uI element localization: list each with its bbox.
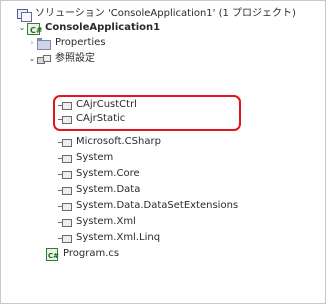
tree-node-project[interactable]: ⌄ C# ConsoleApplication1: [17, 21, 160, 35]
expanded-arrow-icon[interactable]: ⌄: [17, 21, 27, 35]
csharp-project-icon: C#: [27, 22, 43, 35]
reference-icon: [58, 169, 72, 180]
reference-item[interactable]: System.Data.DataSetExtensions: [58, 199, 238, 213]
expanded-arrow-icon[interactable]: ⌄: [27, 52, 37, 66]
solution-label: ソリューション 'ConsoleApplication1' (1 プロジェクト): [35, 8, 296, 19]
reference-label: System.Xml: [76, 216, 136, 227]
reference-item[interactable]: System: [58, 151, 113, 165]
reference-label: System.Data: [76, 184, 141, 195]
highlight-box: [53, 95, 241, 131]
reference-label: System.Core: [76, 168, 140, 179]
tree-node-references[interactable]: ⌄ 参照設定: [27, 52, 95, 66]
reference-icon: [58, 233, 72, 244]
folder-icon: [37, 37, 51, 50]
solution-explorer-tree: ソリューション 'ConsoleApplication1' (1 プロジェクト)…: [0, 0, 326, 304]
tree-node-properties[interactable]: › Properties: [27, 36, 106, 50]
reference-item[interactable]: Microsoft.CSharp: [58, 135, 161, 149]
reference-icon: [58, 185, 72, 196]
references-label: 参照設定: [55, 53, 95, 64]
reference-label: Microsoft.CSharp: [76, 136, 161, 147]
reference-item[interactable]: System.Data: [58, 183, 140, 197]
tree-node-program-file[interactable]: C# Program.cs: [45, 247, 119, 261]
reference-icon: [58, 217, 72, 228]
references-icon: [37, 54, 51, 65]
program-file-label: Program.cs: [63, 248, 120, 259]
solution-icon: [17, 8, 32, 22]
properties-label: Properties: [55, 37, 106, 48]
csharp-file-icon: C#: [45, 248, 59, 261]
reference-item[interactable]: System.Xml: [58, 215, 136, 229]
reference-label: System.Xml.Linq: [76, 232, 161, 243]
collapsed-arrow-icon[interactable]: ›: [27, 36, 37, 50]
reference-icon: [58, 201, 72, 212]
reference-item[interactable]: System.Core: [58, 167, 140, 181]
project-label: ConsoleApplication1: [45, 22, 161, 33]
reference-icon: [58, 153, 72, 164]
tree-node-solution[interactable]: ソリューション 'ConsoleApplication1' (1 プロジェクト): [17, 7, 296, 22]
reference-item[interactable]: System.Xml.Linq: [58, 231, 160, 245]
reference-icon: [58, 137, 72, 148]
reference-label: System: [76, 152, 114, 163]
reference-label: System.Data.DataSetExtensions: [76, 200, 239, 211]
